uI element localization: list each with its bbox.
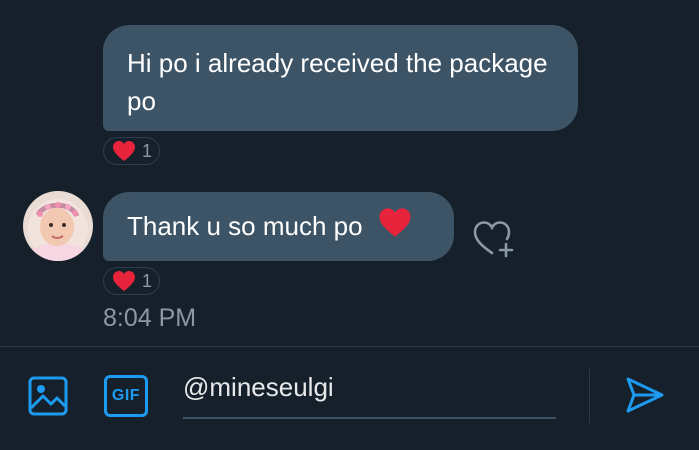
message-text: Thank u so much po (127, 211, 363, 241)
send-button[interactable] (624, 374, 666, 416)
message-timestamp: 8:04 PM (103, 304, 197, 332)
avatar[interactable] (23, 191, 93, 261)
gif-label: GIF (111, 387, 141, 404)
red-heart-icon (379, 208, 411, 237)
add-reaction-button[interactable] (472, 218, 514, 260)
avatar-image (23, 191, 93, 261)
heart-plus-icon (473, 221, 514, 258)
message-input-value: @mineseulgi (183, 372, 334, 402)
reaction-chip[interactable]: 1 (103, 267, 160, 295)
image-icon (28, 376, 68, 416)
gif-button[interactable]: GIF (104, 375, 148, 417)
red-heart-icon (113, 271, 135, 291)
reaction-count: 1 (142, 140, 153, 161)
message-composer: GIF @mineseulgi (0, 346, 699, 450)
add-media-button[interactable] (27, 375, 69, 417)
dm-conversation-screen: Hi po i already received the package po … (0, 0, 699, 450)
reaction-chip[interactable]: 1 (103, 137, 160, 165)
message-bubble[interactable]: Hi po i already received the package po (103, 25, 578, 131)
message-input[interactable]: @mineseulgi (183, 369, 556, 419)
message-text: Hi po i already received the package po (127, 48, 548, 116)
message-bubble[interactable]: Thank u so much po (103, 192, 454, 261)
divider (589, 369, 590, 423)
send-icon (626, 377, 664, 413)
reaction-count: 1 (142, 270, 153, 291)
red-heart-icon (113, 141, 135, 161)
